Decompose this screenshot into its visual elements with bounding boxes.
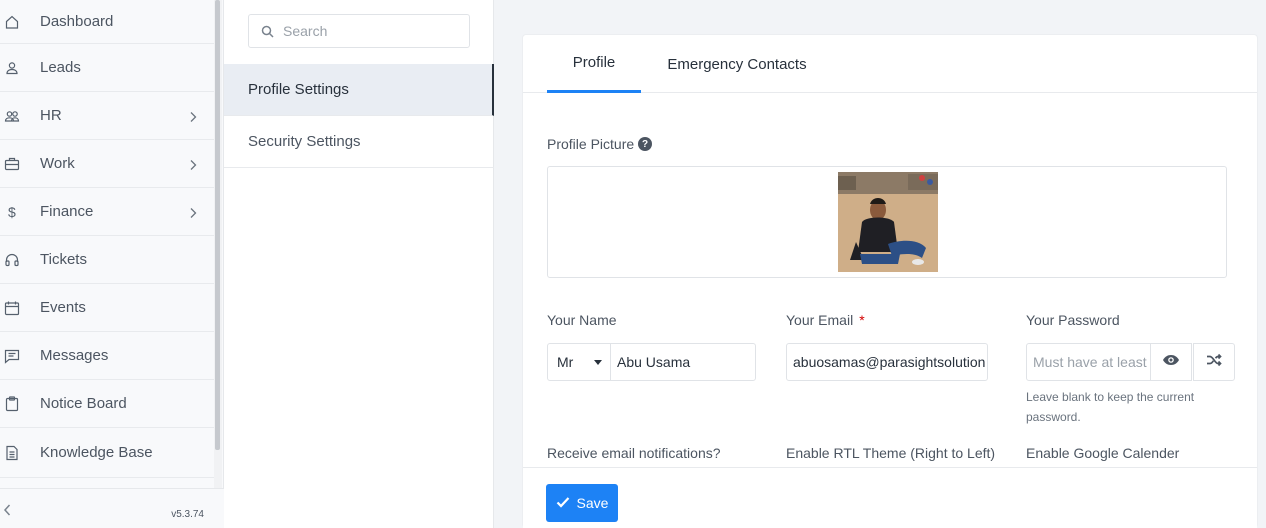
question-circle-icon[interactable]: ? — [638, 137, 652, 151]
profile-picture-dropzone[interactable] — [547, 166, 1227, 278]
sidebar-item-work[interactable]: Work — [0, 140, 214, 188]
required-mark: * — [859, 312, 865, 328]
dollar-icon: $ — [4, 204, 20, 220]
sidebar-item-label: Tickets — [40, 251, 87, 268]
tab-bar: Profile Emergency Contacts — [523, 35, 1257, 93]
rtl-theme-label: Enable RTL Theme (Right to Left) — [786, 445, 996, 461]
tab-emergency-contacts[interactable]: Emergency Contacts — [659, 35, 815, 93]
document-icon — [4, 445, 20, 461]
sidebar-item-finance[interactable]: $ Finance — [0, 188, 214, 236]
search-icon — [261, 25, 274, 38]
profile-photo — [838, 172, 938, 272]
house-icon — [4, 14, 20, 30]
sidebar-item-dashboard[interactable]: Dashboard — [0, 0, 214, 44]
sidebar-item-label: Leads — [40, 59, 81, 76]
sidebar-item-leads[interactable]: Leads — [0, 44, 214, 92]
eye-icon — [1162, 353, 1180, 371]
profile-picture-label: Profile Picture — [547, 136, 635, 152]
shuffle-icon — [1206, 353, 1222, 372]
sidebar-item-label: Messages — [40, 347, 109, 364]
sidebar-item-label: Knowledge Base — [40, 444, 153, 461]
sidebar-item-label: HR — [40, 107, 62, 124]
settings-item-profile[interactable]: Profile Settings — [224, 64, 494, 116]
check-icon — [556, 495, 570, 511]
sidebar-item-notice-board[interactable]: Notice Board — [0, 380, 214, 428]
sidebar-item-tickets[interactable]: Tickets — [0, 236, 214, 284]
app-version: v5.3.74 — [171, 509, 204, 520]
email-input-value: abuosamas@parasightsolution — [793, 354, 986, 370]
sidebar-item-label: Finance — [40, 203, 94, 220]
caret-down-icon — [594, 360, 602, 365]
headset-icon — [4, 252, 20, 268]
email-label-text: Your Email — [786, 312, 854, 328]
salutation-value: Mr — [557, 354, 574, 370]
google-calendar-label: Enable Google Calender — [1026, 445, 1180, 461]
save-button-label: Save — [576, 495, 609, 511]
password-hint: Leave blank to keep the current password… — [1026, 390, 1195, 424]
chat-icon — [4, 348, 20, 364]
generate-password-button[interactable] — [1193, 343, 1235, 381]
password-placeholder: Must have at least — [1033, 354, 1147, 370]
name-label: Your Name — [547, 312, 617, 328]
people-icon — [4, 108, 20, 124]
password-input[interactable]: Must have at least — [1026, 343, 1152, 381]
email-notifications-label: Receive email notifications? — [547, 445, 721, 461]
chevron-right-icon — [188, 110, 198, 122]
save-button[interactable]: Save — [546, 484, 618, 522]
settings-search — [248, 14, 470, 48]
name-input[interactable]: Abu Usama — [610, 343, 756, 381]
show-password-button[interactable] — [1150, 343, 1192, 381]
sidebar-item-label: Dashboard — [40, 13, 114, 30]
sidebar-item-label: Work — [40, 155, 75, 172]
scrollbar-thumb[interactable] — [215, 0, 220, 450]
svg-text:$: $ — [8, 204, 16, 220]
password-label: Your Password — [1026, 312, 1120, 328]
email-input[interactable]: abuosamas@parasightsolution — [786, 343, 988, 381]
sidebar-scrollbar[interactable] — [214, 0, 222, 488]
sidebar-item-label: Notice Board — [40, 395, 127, 412]
form-footer: Save — [523, 467, 1257, 528]
clipboard-icon — [4, 395, 20, 412]
sidebar-footer: v5.3.74 — [0, 488, 224, 528]
briefcase-icon — [4, 156, 20, 172]
sidebar-item-knowledge-base[interactable]: Knowledge Base — [0, 428, 214, 478]
sidebar-item-messages[interactable]: Messages — [0, 332, 214, 380]
settings-menu: Profile Settings Security Settings — [224, 0, 494, 528]
tab-profile[interactable]: Profile — [547, 35, 641, 93]
email-label: Your Email * — [786, 312, 865, 328]
search-input[interactable] — [283, 15, 463, 47]
chevron-right-icon — [188, 206, 198, 218]
person-icon — [4, 60, 20, 76]
sidebar-item-label: Events — [40, 299, 86, 316]
chevron-left-icon[interactable] — [2, 503, 12, 517]
sidebar-item-events[interactable]: Events — [0, 284, 214, 332]
salutation-select[interactable]: Mr — [547, 343, 611, 381]
calendar-icon — [4, 300, 20, 316]
main-sidebar: Dashboard Leads HR Work $ Finance Ticket… — [0, 0, 224, 528]
settings-item-security[interactable]: Security Settings — [224, 116, 494, 168]
chevron-right-icon — [188, 158, 198, 170]
sidebar-nav: Dashboard Leads HR Work $ Finance Ticket… — [0, 0, 214, 478]
profile-card: Profile Emergency Contacts Profile Pictu… — [522, 34, 1258, 528]
sidebar-item-hr[interactable]: HR — [0, 92, 214, 140]
name-input-value: Abu Usama — [617, 354, 691, 370]
